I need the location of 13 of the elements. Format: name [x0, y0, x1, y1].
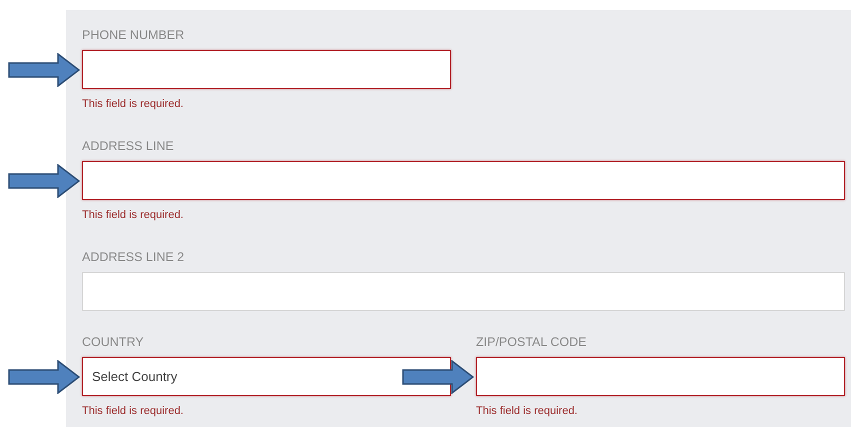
error-message: This field is required.: [82, 97, 184, 111]
field-label: PHONE NUMBER: [82, 27, 184, 44]
error-message: This field is required.: [82, 404, 184, 418]
input-field[interactable]: [82, 50, 451, 89]
country-select[interactable]: Select Country: [82, 357, 451, 396]
field-label: COUNTRY: [82, 334, 144, 351]
error-message: This field is required.: [476, 404, 578, 418]
field-label: ZIP/POSTAL CODE: [476, 334, 586, 351]
input-field[interactable]: [82, 161, 845, 200]
error-message: This field is required.: [82, 208, 184, 222]
input-field[interactable]: [476, 357, 845, 396]
field-label: ADDRESS LINE: [82, 138, 174, 155]
field-label: ADDRESS LINE 2: [82, 249, 184, 266]
